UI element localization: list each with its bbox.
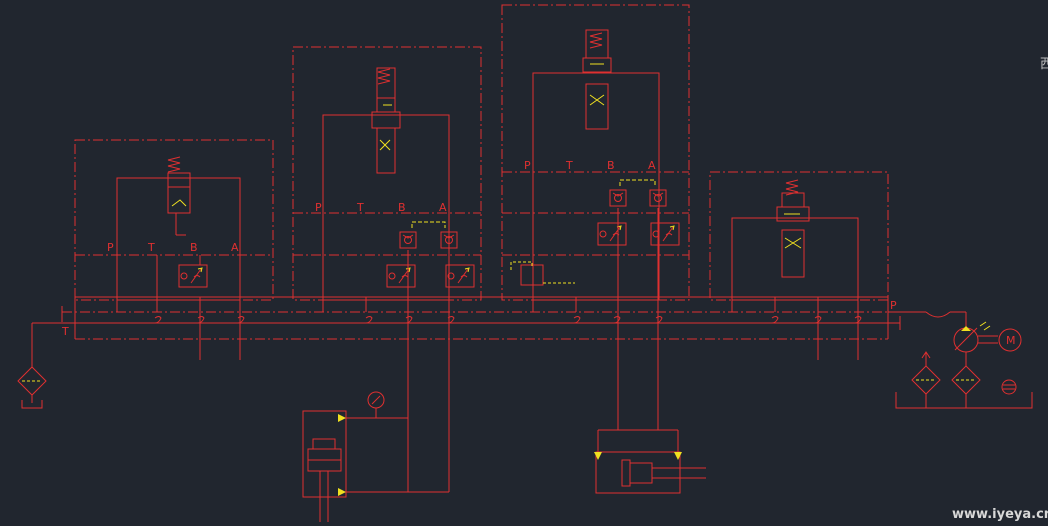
valve-module-3 (501, 4, 690, 301)
clipped-edge-glyph: 西 (1040, 57, 1048, 72)
port-a: A (648, 159, 656, 172)
module-1-port-labels: P T B A (107, 241, 239, 254)
pressure-reducing-valve-3 (510, 261, 575, 286)
clamp-cylinder (302, 408, 449, 522)
return-filter (17, 366, 47, 409)
hydraulic-schematic-canvas: P T B A P T B A P T B A P T M 西 www.iyey… (0, 0, 1048, 526)
valve-module-2 (292, 46, 482, 301)
manifold-pressure-label: P (890, 299, 897, 312)
manifold (31, 208, 901, 492)
directional-valve-4 (776, 179, 810, 278)
pressure-gauge (367, 391, 385, 409)
valve-module-4 (709, 171, 889, 301)
directional-valve-3 (582, 29, 612, 130)
module-3-port-labels: P T B A (524, 159, 656, 172)
port-p: P (107, 241, 114, 254)
port-b: B (398, 201, 406, 214)
port-p: P (315, 201, 322, 214)
port-t: T (565, 159, 573, 172)
watermark: www.iyeya.cn (952, 507, 1048, 522)
port-b: B (607, 159, 615, 172)
module-2-port-labels: P T B A (315, 201, 447, 214)
port-t: T (356, 201, 364, 214)
relief-valve-1 (167, 156, 191, 236)
feed-cylinder (594, 429, 706, 494)
port-a: A (231, 241, 239, 254)
hydraulic-schematic: P T B A P T B A P T B A P T M 西 www.iyey… (17, 4, 1048, 522)
pump-unit (888, 311, 1033, 409)
manifold-tank-label: T (61, 325, 69, 338)
port-t: T (147, 241, 155, 254)
port-p: P (524, 159, 531, 172)
directional-valve-2 (371, 67, 401, 174)
port-b: B (190, 241, 198, 254)
valve-module-1 (74, 139, 274, 301)
motor-label: M (1006, 334, 1016, 347)
port-a: A (439, 201, 447, 214)
